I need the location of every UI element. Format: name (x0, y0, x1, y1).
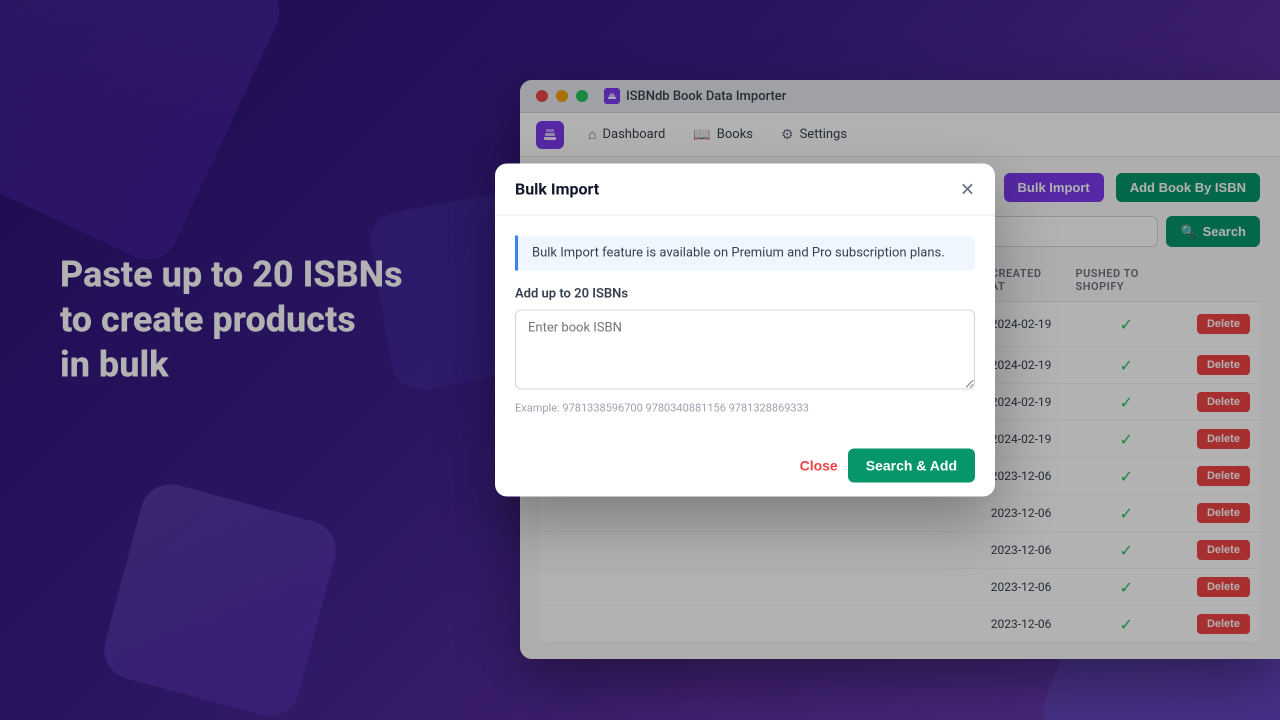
modal-footer: Close Search & Add (495, 435, 995, 497)
modal-title: Bulk Import (515, 180, 599, 199)
close-button[interactable]: Close (800, 458, 838, 474)
modal-overlay: Bulk Import ✕ Bulk Import feature is ava… (0, 0, 1280, 720)
modal-body: Bulk Import feature is available on Prem… (495, 216, 995, 435)
search-add-button[interactable]: Search & Add (848, 449, 975, 483)
info-banner: Bulk Import feature is available on Prem… (515, 236, 975, 271)
isbn-field-label: Add up to 20 ISBNs (515, 287, 975, 302)
modal-header: Bulk Import ✕ (495, 164, 995, 216)
isbn-example: Example: 9781338596700 9780340881156 978… (515, 402, 975, 415)
modal-close-button[interactable]: ✕ (960, 180, 975, 198)
isbn-textarea[interactable] (515, 310, 975, 390)
bulk-import-modal: Bulk Import ✕ Bulk Import feature is ava… (495, 164, 995, 497)
